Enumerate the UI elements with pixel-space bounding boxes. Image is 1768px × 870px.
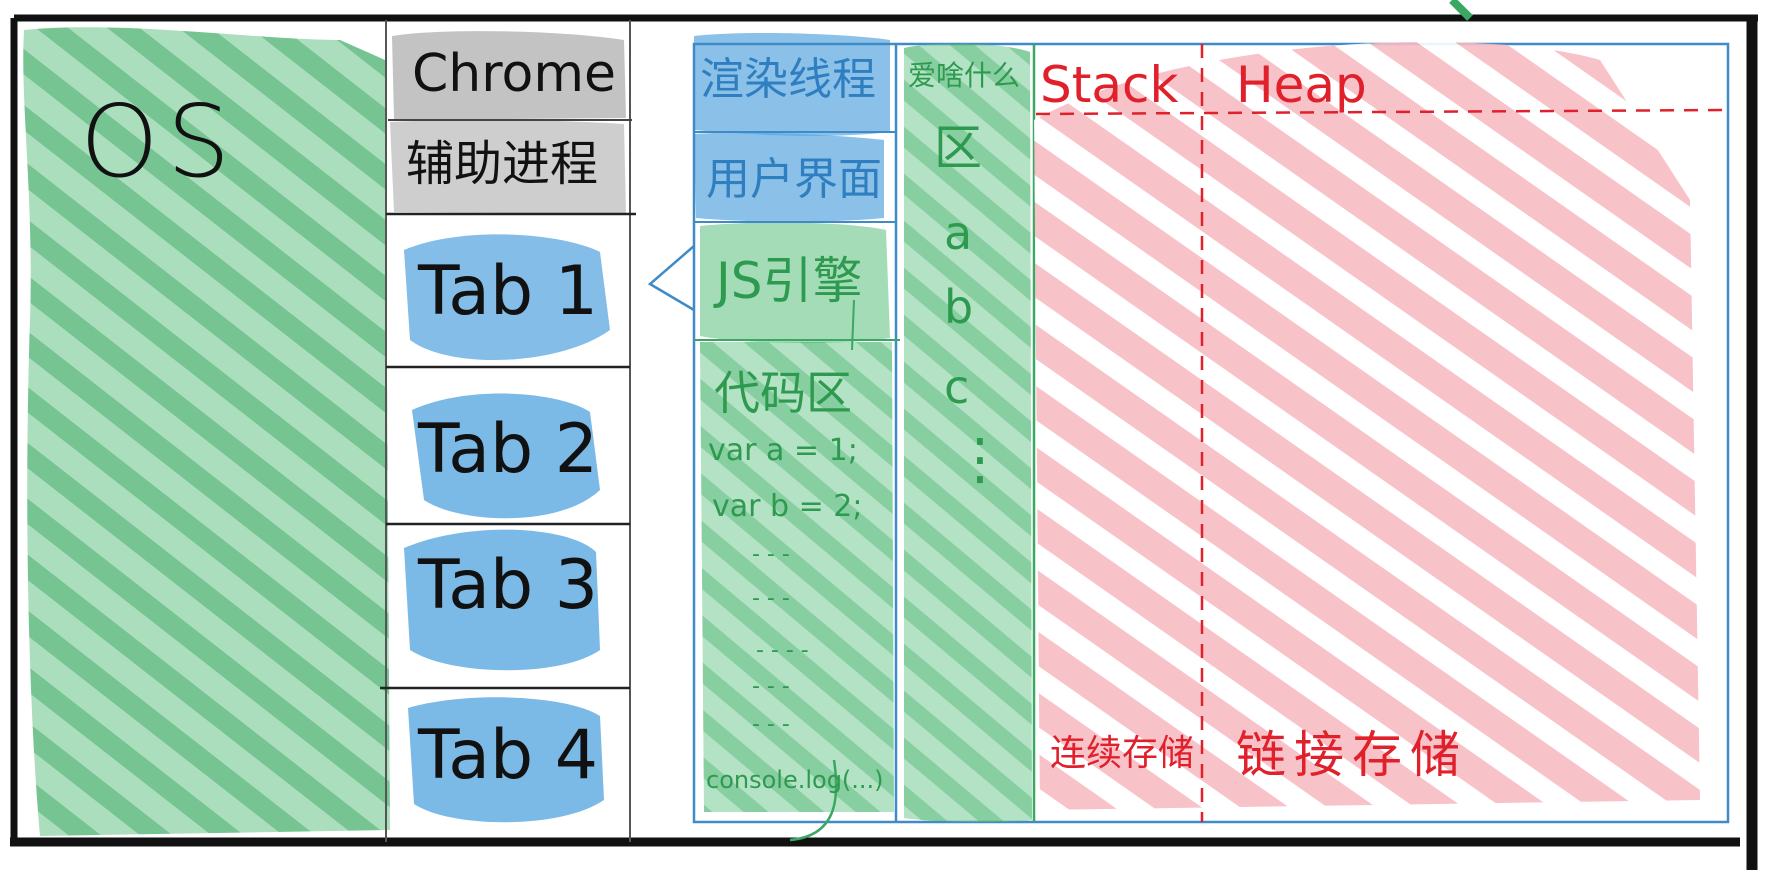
tab-3-label: Tab 3 — [418, 546, 598, 625]
code-ellipsis-5: - - - — [752, 712, 790, 737]
memory-area — [1034, 42, 1729, 822]
helper-process-label: 辅助进程 — [406, 136, 599, 192]
js-engine-label: JS引擎 — [716, 252, 863, 310]
code-line-1: var a = 1; — [708, 433, 858, 468]
ui-label: 用户界面 — [706, 154, 882, 205]
var-a: a — [944, 206, 973, 260]
tab-1-label: Tab 1 — [418, 252, 598, 331]
heap-caption: 链接存储 — [1236, 726, 1468, 784]
chrome-label: Chrome — [412, 44, 616, 104]
os-label: OS — [80, 83, 239, 200]
vars-more-dots: ⋮ — [952, 427, 1008, 492]
tab-4-label: Tab 4 — [418, 716, 598, 795]
heap-label: Heap — [1236, 56, 1367, 114]
var-b: b — [944, 280, 974, 334]
tab-2-label: Tab 2 — [418, 410, 598, 489]
render-thread-label: 渲染线程 — [700, 54, 876, 105]
code-area-title: 代码区 — [714, 366, 852, 420]
vars-title: 爱啥什么 — [908, 59, 1021, 92]
console-log-line: console.log(...) — [706, 766, 884, 794]
stack-label: Stack — [1040, 56, 1179, 114]
code-ellipsis-4: - - - — [752, 674, 790, 699]
heap-wash — [1034, 42, 1700, 810]
code-ellipsis-3: - - - - — [756, 638, 809, 663]
code-line-2: var b = 2; — [712, 489, 863, 524]
code-ellipsis-2: - - - — [752, 586, 790, 611]
stack-caption: 连续存储 — [1050, 733, 1195, 774]
memory-diagram — [10, 0, 1758, 870]
vars-area-label: 区 — [934, 120, 983, 176]
code-ellipsis-1: - - - — [752, 542, 790, 567]
var-c: c — [944, 360, 970, 414]
